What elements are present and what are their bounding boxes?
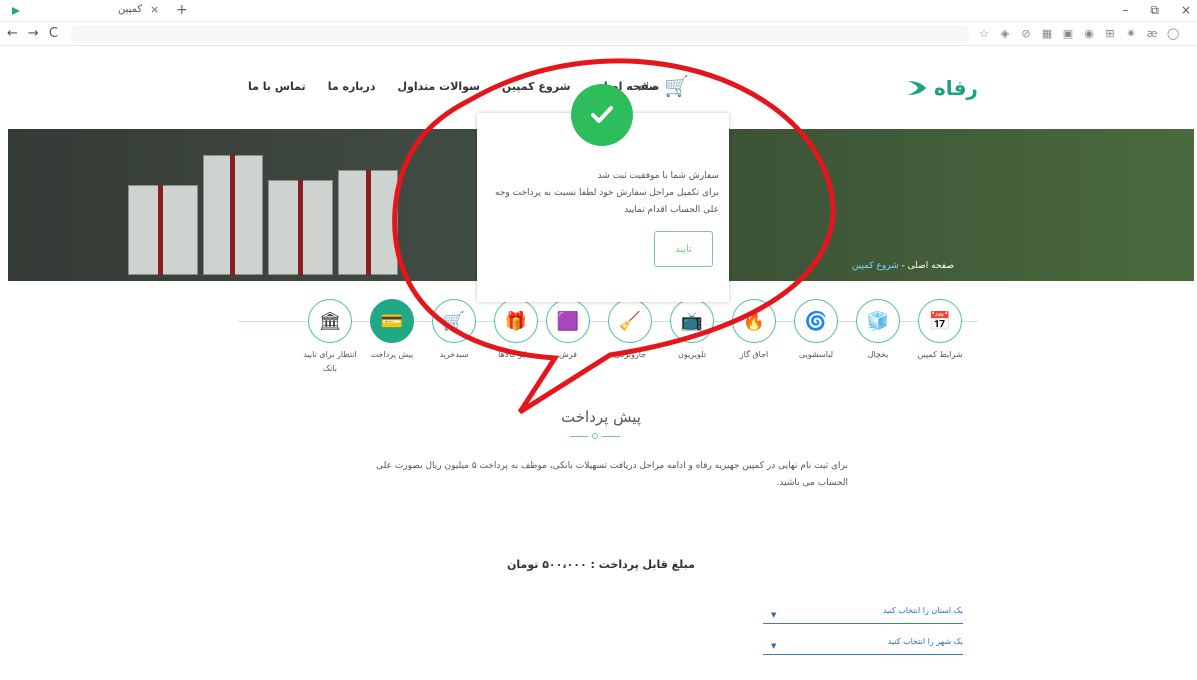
chevron-down-icon: ▼ xyxy=(771,611,777,619)
step-label: تلویزیون xyxy=(678,350,706,359)
cart-icon[interactable]: 🛒 xyxy=(664,74,689,98)
browser-tab-bar: کمپین × + – ⧉ × xyxy=(0,0,1197,22)
payment-icon: 💳 xyxy=(370,299,414,343)
step-label: سبدخرید xyxy=(439,350,469,359)
tab-title: کمپین xyxy=(118,4,143,15)
title-divider xyxy=(570,433,620,439)
confirm-button[interactable]: تایید xyxy=(654,231,713,267)
url-input[interactable] xyxy=(70,25,970,43)
cart-icon: 🛒 xyxy=(432,299,476,343)
extension-icon[interactable]: æ xyxy=(1146,27,1158,40)
success-check-icon xyxy=(571,84,633,146)
step-cart[interactable]: 🛒 سبدخرید xyxy=(424,299,484,362)
extension-icon[interactable]: ✷ xyxy=(1125,27,1137,40)
step-label: اجاق گاز xyxy=(739,350,769,359)
site-logo[interactable]: رفاه xyxy=(906,76,978,100)
logo-text: رفاه xyxy=(934,76,978,100)
menu-item-faq[interactable]: سوالات متداول xyxy=(398,80,480,93)
bookmark-star-icon[interactable]: ☆ xyxy=(978,27,990,40)
step-carpet[interactable]: 🟪 فرش xyxy=(538,299,598,362)
extension-icon[interactable]: ⊘ xyxy=(1020,27,1032,40)
back-icon[interactable]: ← xyxy=(7,26,18,41)
city-select[interactable]: یک شهر را انتخاب کنید ▼ xyxy=(763,637,963,655)
breadcrumb-current[interactable]: شروع کمپین xyxy=(852,261,899,271)
step-label: لباسشویی xyxy=(798,350,834,359)
close-window-button[interactable]: × xyxy=(1181,3,1191,18)
menu-item-contact[interactable]: تماس با ما xyxy=(248,80,306,93)
fridge-icon: 🧊 xyxy=(856,299,900,343)
reload-icon[interactable]: C xyxy=(49,26,58,41)
minimize-button[interactable]: – xyxy=(1122,3,1128,18)
step-label: فرش xyxy=(558,350,577,359)
chevron-down-icon: ▼ xyxy=(771,642,777,650)
step-label: سایر کالاها xyxy=(498,350,534,359)
breadcrumb-home[interactable]: صفحه اصلی xyxy=(908,261,954,271)
section-description: برای ثبت نام نهایی در کمپین جهیزیه رفاه … xyxy=(376,461,848,488)
province-select-value: یک استان را انتخاب کنید xyxy=(882,606,963,615)
extension-icon[interactable]: ⊞ xyxy=(1104,27,1116,40)
progress-steps: 📅 شرایط کمپین 🧊 یخچال 🌀 لباسشویی 🔥 اجاق گاز … xyxy=(238,294,978,384)
favicon-icon xyxy=(12,7,20,15)
maximize-button[interactable]: ⧉ xyxy=(1150,3,1159,18)
nav-buttons: ← → C xyxy=(7,26,58,41)
step-tv[interactable]: 📺 تلویزیون xyxy=(662,299,722,362)
calendar-icon: 📅 xyxy=(918,299,962,343)
breadcrumb-separator: - xyxy=(901,261,905,271)
step-vacuum[interactable]: 🧹 جاروبرقی xyxy=(600,299,660,362)
extension-icon[interactable]: ▣ xyxy=(1062,27,1074,40)
province-select[interactable]: یک استان را انتخاب کنید ▼ xyxy=(763,606,963,624)
step-label: جاروبرقی xyxy=(613,350,647,359)
new-tab-button[interactable]: + xyxy=(176,2,188,18)
washer-icon: 🌀 xyxy=(794,299,838,343)
step-label: یخچال xyxy=(867,350,889,359)
extension-icon[interactable]: ◈ xyxy=(999,27,1011,40)
modal-message: سفارش شما با موفقیت ثبت شد برای تکمیل مر… xyxy=(487,168,719,219)
step-label: شرایط کمپین xyxy=(917,350,963,359)
menu-item-about[interactable]: درباره ما xyxy=(328,80,376,93)
tab-close-icon[interactable]: × xyxy=(150,3,159,16)
address-bar-row: ← → C ☆ ◈ ⊘ ▦ ▣ ◉ ⊞ ✷ æ ◯ xyxy=(0,22,1197,46)
step-washer[interactable]: 🌀 لباسشویی xyxy=(786,299,846,362)
extension-icon[interactable]: ▦ xyxy=(1041,27,1053,40)
forward-icon[interactable]: → xyxy=(28,26,39,41)
logo-mark-icon xyxy=(908,81,926,95)
step-terms[interactable]: 📅 شرایط کمپین xyxy=(910,299,970,362)
section-title: پیش پرداخت xyxy=(561,408,641,426)
extensions-toolbar: ☆ ◈ ⊘ ▦ ▣ ◉ ⊞ ✷ æ ◯ xyxy=(978,27,1179,40)
stove-icon: 🔥 xyxy=(732,299,776,343)
menu-item-start-campaign[interactable]: شروع کمپین xyxy=(502,80,571,93)
vacuum-icon: 🧹 xyxy=(608,299,652,343)
city-select-value: یک شهر را انتخاب کنید xyxy=(887,637,963,646)
modal-message-line1: سفارش شما با موفقیت ثبت شد xyxy=(597,171,719,181)
tv-icon: 📺 xyxy=(670,299,714,343)
breadcrumb: صفحه اصلی - شروع کمپین xyxy=(852,261,954,271)
step-bank-approval[interactable]: 🏛 انتظار برای تایید بانک xyxy=(300,299,360,376)
step-misc[interactable]: 🎁 سایر کالاها xyxy=(486,299,546,362)
gift-appliances-image xyxy=(118,135,418,277)
bank-icon: 🏛 xyxy=(308,299,352,343)
browser-tab[interactable]: کمپین × xyxy=(0,0,165,22)
step-fridge[interactable]: 🧊 یخچال xyxy=(848,299,908,362)
extension-icon[interactable]: ◉ xyxy=(1083,27,1095,40)
misc-icon: 🎁 xyxy=(494,299,538,343)
payable-amount: مبلغ قابل پرداخت : ۵۰۰،۰۰۰ تومان xyxy=(507,558,695,571)
modal-message-line2: برای تکمیل مراحل سفارش خود لطفا نسبت به … xyxy=(495,188,719,215)
carpet-icon: 🟪 xyxy=(546,299,590,343)
step-prepayment[interactable]: 💳 پیش پرداخت xyxy=(362,299,422,362)
step-label: انتظار برای تایید بانک xyxy=(303,350,357,373)
step-label: پیش پرداخت xyxy=(370,350,414,359)
window-controls: – ⧉ × xyxy=(1122,3,1191,18)
step-stove[interactable]: 🔥 اجاق گاز xyxy=(724,299,784,362)
profile-icon[interactable]: ◯ xyxy=(1167,27,1179,40)
